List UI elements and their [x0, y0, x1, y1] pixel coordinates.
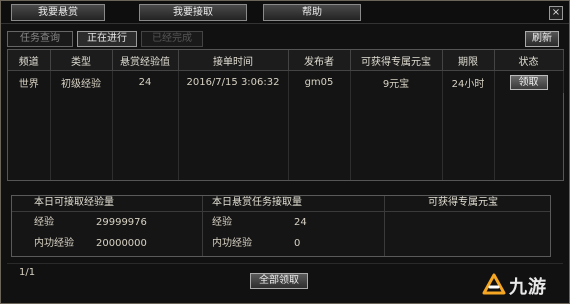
bounty-window: 我要悬赏 我要接取 帮助 × 任务查询 正在进行 已经完成 刷新 频道 类型 悬…	[0, 0, 570, 304]
help-button[interactable]: 帮助	[263, 4, 361, 21]
summary-label: 经验	[34, 217, 54, 228]
cell-accept-time: 2016/7/15 3:06:32	[178, 70, 289, 93]
column-divider	[112, 90, 113, 180]
header-status: 状态	[494, 50, 564, 71]
cell-deadline: 24小时	[442, 70, 495, 93]
summary-header-yuanbao: 可获得专属元宝	[428, 197, 498, 208]
cell-channel: 世界	[8, 70, 51, 93]
summary-value: 20000000	[96, 238, 147, 249]
column-divider	[50, 90, 51, 180]
column-divider	[350, 90, 351, 180]
summary-header-exp-quota: 本日可接取经验量	[34, 197, 114, 208]
tab-task-query[interactable]: 任务查询	[7, 31, 73, 47]
summary-value: 0	[294, 238, 301, 249]
summary-header-bounty-count: 本日悬赏任务接取量	[212, 197, 302, 208]
accept-bounty-button[interactable]: 我要接取	[139, 4, 247, 21]
summary-value: 24	[294, 217, 307, 228]
header-reward-exp: 悬赏经验值	[112, 50, 179, 71]
watermark-text: 九游	[509, 277, 547, 298]
daily-summary-panel: 本日可接取经验量 本日悬赏任务接取量 可获得专属元宝 经验 29999976 内…	[11, 195, 551, 257]
cell-yuanbao: 9元宝	[350, 70, 443, 93]
task-list-panel: 频道 类型 悬赏经验值 接单时间 发布者 可获得专属元宝 期限 状态 世界 初级…	[7, 49, 564, 181]
claim-button[interactable]: 领取	[509, 74, 548, 90]
refresh-button[interactable]: 刷新	[525, 31, 559, 47]
summary-label: 内功经验	[212, 238, 252, 249]
header-accept-time: 接单时间	[178, 50, 289, 71]
column-divider	[178, 90, 179, 180]
column-divider	[288, 90, 289, 180]
table-row: 世界 初级经验 24 2016/7/15 3:06:32 gm05 9元宝 24…	[8, 70, 564, 93]
table-header-row: 频道 类型 悬赏经验值 接单时间 发布者 可获得专属元宝 期限 状态	[8, 50, 564, 71]
tab-in-progress[interactable]: 正在进行	[77, 31, 137, 47]
divider	[7, 263, 563, 264]
column-divider	[442, 90, 443, 180]
cell-type: 初级经验	[50, 70, 113, 93]
close-icon[interactable]: ×	[549, 6, 563, 20]
divider	[384, 196, 385, 256]
nine-game-logo-icon	[482, 273, 506, 295]
summary-label: 内功经验	[34, 238, 74, 249]
divider	[202, 196, 203, 256]
divider	[12, 211, 550, 212]
cell-publisher: gm05	[288, 70, 351, 93]
cell-status: 领取	[494, 70, 564, 93]
header-publisher: 发布者	[288, 50, 351, 71]
header-deadline: 期限	[442, 50, 495, 71]
summary-value: 29999976	[96, 217, 147, 228]
top-menu-bar: 我要悬赏 我要接取 帮助 ×	[1, 1, 569, 24]
task-table: 频道 类型 悬赏经验值 接单时间 发布者 可获得专属元宝 期限 状态 世界 初级…	[8, 50, 564, 93]
cell-reward-exp: 24	[112, 70, 179, 93]
header-yuanbao: 可获得专属元宝	[350, 50, 443, 71]
page-indicator: 1/1	[19, 267, 36, 278]
watermark-logo: 九游	[481, 269, 563, 299]
column-divider	[494, 90, 495, 180]
header-channel: 频道	[8, 50, 51, 71]
tab-completed[interactable]: 已经完成	[141, 31, 203, 47]
claim-all-button[interactable]: 全部领取	[250, 273, 308, 289]
summary-label: 经验	[212, 217, 232, 228]
post-bounty-button[interactable]: 我要悬赏	[11, 4, 105, 21]
header-type: 类型	[50, 50, 113, 71]
